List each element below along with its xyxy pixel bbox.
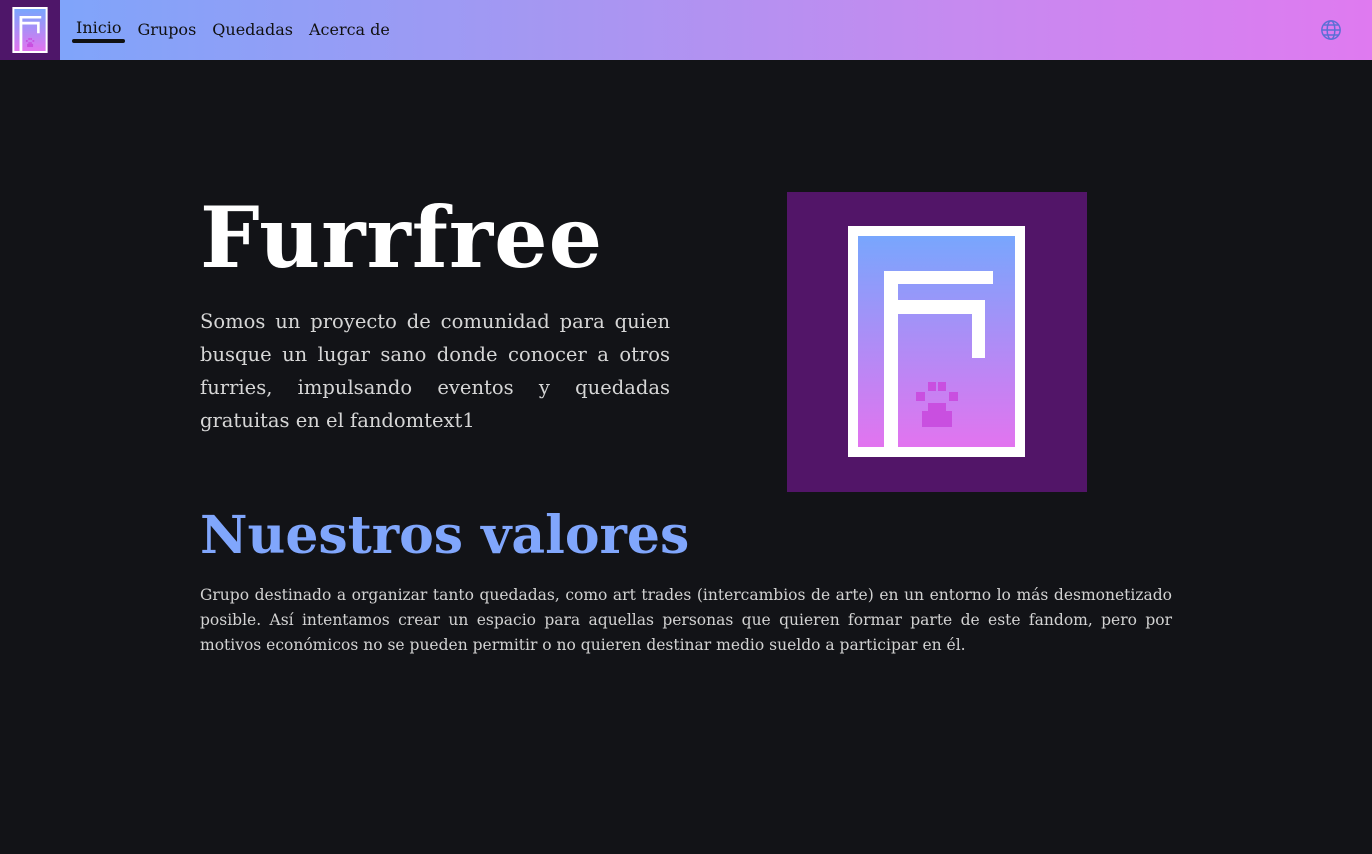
- furrfree-logo-icon: [848, 226, 1025, 457]
- nav-item-quedadas[interactable]: Quedadas: [208, 0, 297, 60]
- furrfree-logo-icon: [12, 7, 48, 53]
- globe-icon[interactable]: [1320, 19, 1342, 41]
- home-logo[interactable]: [0, 0, 60, 60]
- values-heading: Nuestros valores: [200, 505, 690, 566]
- hero-logo-image: [787, 192, 1087, 492]
- nav-item-grupos[interactable]: Grupos: [133, 0, 200, 60]
- top-navigation-bar: Inicio Grupos Quedadas Acerca de: [0, 0, 1372, 60]
- values-description: Grupo destinado a organizar tanto quedad…: [200, 586, 1172, 654]
- nav-item-inicio[interactable]: Inicio: [72, 0, 126, 58]
- hero-description: Somos un proyecto de comunidad para quie…: [200, 310, 670, 432]
- nav-item-acerca-de[interactable]: Acerca de: [305, 0, 394, 60]
- page-title: Furrfree: [200, 188, 604, 287]
- main-nav: Inicio Grupos Quedadas Acerca de: [72, 0, 402, 60]
